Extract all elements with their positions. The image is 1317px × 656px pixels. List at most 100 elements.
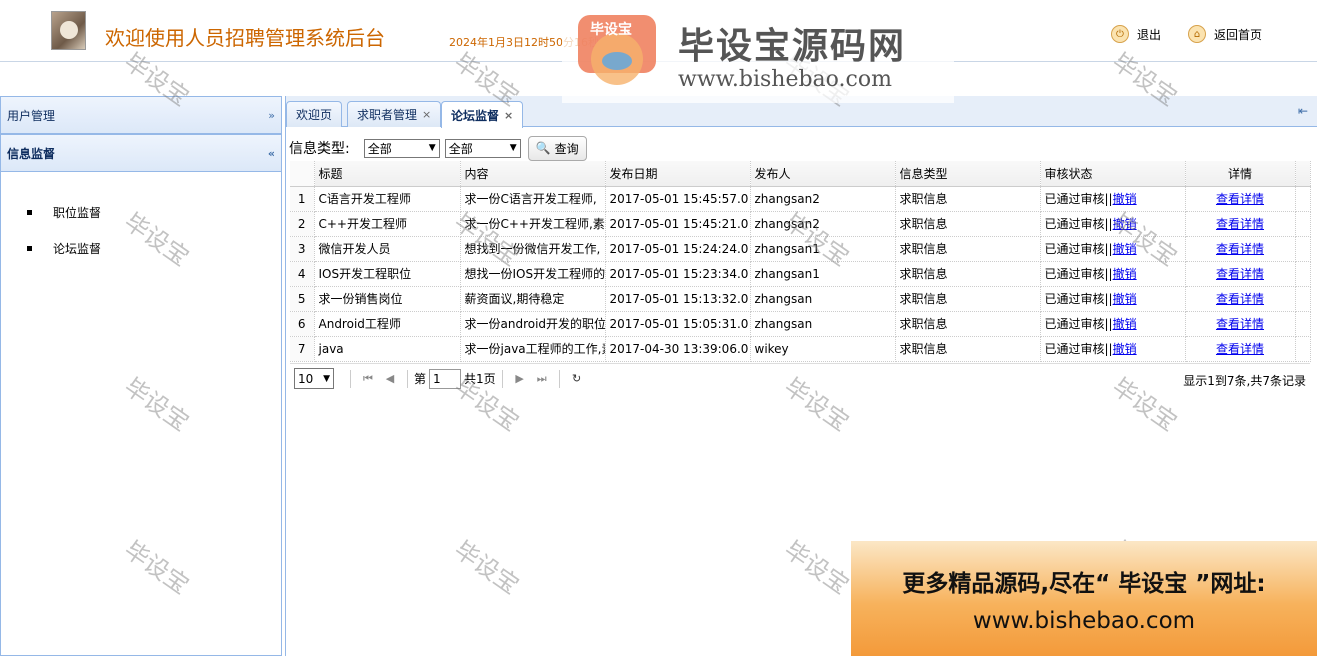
page-number-input[interactable]: 1 bbox=[429, 368, 462, 389]
table-row[interactable]: 1 C语言开发工程师 求一份C语言开发工程师, 2017-05-01 15:45:57… bbox=[290, 186, 1311, 212]
forum-grid: 标题 内容 发布日期 发布人 信息类型 审核状态 详情 1 C语言开发工程师 求一份… bbox=[290, 161, 1311, 362]
power-icon: ⏻ bbox=[1111, 25, 1129, 43]
column-header-status[interactable]: 审核状态 bbox=[1040, 161, 1186, 187]
revoke-link[interactable]: 撤销 bbox=[1113, 267, 1137, 281]
view-detail-link[interactable]: 查看详情 bbox=[1216, 242, 1264, 256]
tab-jobseeker-management[interactable]: 求职者管理 × bbox=[347, 101, 442, 127]
cell-publisher: wikey bbox=[750, 336, 896, 362]
sidebar-section-user-management[interactable]: 用户管理 » bbox=[1, 96, 281, 134]
revoke-link[interactable]: 撤销 bbox=[1113, 242, 1137, 256]
cell-publisher: zhangsan2 bbox=[750, 186, 896, 212]
app-title: 欢迎使用人员招聘管理系统后台 bbox=[105, 26, 385, 50]
cell-publisher: zhangsan bbox=[750, 311, 896, 337]
column-header-title[interactable]: 标题 bbox=[314, 161, 461, 187]
info-type-select[interactable]: 全部 ▼ bbox=[363, 138, 440, 158]
cell-title: C++开发工程师 bbox=[314, 211, 461, 237]
column-header-content[interactable]: 内容 bbox=[460, 161, 606, 187]
cell-date: 2017-05-01 15:45:57.0 bbox=[605, 186, 751, 212]
cell-detail: 查看详情 bbox=[1185, 286, 1296, 312]
expand-chevron-icon: » bbox=[268, 108, 275, 122]
tab-bar: 欢迎页 求职者管理 × 论坛监督 × ⇤ bbox=[286, 96, 1317, 128]
logout-label: 退出 bbox=[1137, 27, 1162, 42]
column-header-detail[interactable]: 详情 bbox=[1185, 161, 1296, 187]
scroll-spacer bbox=[1295, 161, 1311, 187]
close-icon[interactable]: × bbox=[504, 109, 513, 122]
search-icon: 🔍 bbox=[535, 141, 551, 155]
cell-type: 求职信息 bbox=[895, 311, 1041, 337]
cell-title: IOS开发工程职位 bbox=[314, 261, 461, 287]
last-page-icon[interactable]: ⏭ bbox=[531, 368, 553, 390]
table-row[interactable]: 3 微信开发人员 想找到一份微信开发工作, 2017-05-01 15:24:24.0… bbox=[290, 236, 1311, 262]
grid-header-row: 标题 内容 发布日期 发布人 信息类型 审核状态 详情 bbox=[290, 161, 1311, 187]
top-header: 欢迎使用人员招聘管理系统后台 2024年1月3日12时50分16秒 ⏻ 退出 ⌂… bbox=[0, 0, 1317, 62]
cell-detail: 查看详情 bbox=[1185, 211, 1296, 237]
sidebar-item-job-supervision[interactable]: 职位监督 bbox=[27, 194, 281, 230]
home-icon: ⌂ bbox=[1188, 25, 1206, 43]
view-detail-link[interactable]: 查看详情 bbox=[1216, 267, 1264, 281]
cell-title: java bbox=[314, 336, 461, 362]
cell-status: 已通过审核||撤销 bbox=[1040, 336, 1186, 362]
revoke-link[interactable]: 撤销 bbox=[1113, 192, 1137, 206]
chevron-down-icon: ▼ bbox=[509, 143, 517, 153]
sidebar-section-info-supervision[interactable]: 信息监督 « bbox=[1, 134, 281, 172]
cell-content: 求一份android开发的职位 bbox=[460, 311, 606, 337]
status-text: 已通过审核|| bbox=[1044, 292, 1113, 306]
cell-date: 2017-05-01 15:24:24.0 bbox=[605, 236, 751, 262]
cell-status: 已通过审核||撤销 bbox=[1040, 261, 1186, 287]
row-number: 1 bbox=[290, 186, 315, 212]
table-row[interactable]: 2 C++开发工程师 求一份C++开发工程师,素 2017-05-01 15:45:2… bbox=[290, 211, 1311, 237]
page-size-select[interactable]: 10 ▼ bbox=[294, 368, 334, 389]
table-row[interactable]: 7 java 求一份java工程师的工作,素 2017-04-30 13:39:06.… bbox=[290, 336, 1311, 362]
main-panel: 欢迎页 求职者管理 × 论坛监督 × ⇤ 信息类型: 全部 ▼ 全部 ▼ 🔍 查… bbox=[285, 96, 1317, 656]
tab-forum-supervision[interactable]: 论坛监督 × bbox=[441, 101, 524, 128]
row-number: 4 bbox=[290, 261, 315, 287]
bullet-icon bbox=[27, 245, 32, 251]
revoke-link[interactable]: 撤销 bbox=[1113, 317, 1137, 331]
revoke-link[interactable]: 撤销 bbox=[1113, 292, 1137, 306]
divider bbox=[558, 369, 560, 388]
view-detail-link[interactable]: 查看详情 bbox=[1216, 317, 1264, 331]
cell-title: 微信开发人员 bbox=[314, 236, 461, 262]
prev-page-icon[interactable]: ◀ bbox=[379, 368, 401, 390]
cell-date: 2017-05-01 15:13:32.0 bbox=[605, 286, 751, 312]
page-prefix: 第 bbox=[414, 372, 427, 386]
divider bbox=[501, 369, 503, 388]
next-page-icon[interactable]: ▶ bbox=[509, 368, 531, 390]
cell-content: 求一份C++开发工程师,素 bbox=[460, 211, 606, 237]
query-button[interactable]: 🔍 查询 bbox=[527, 135, 587, 161]
table-row[interactable]: 5 求一份销售岗位 薪资面议,期待稳定 2017-05-01 15:13:32.0 zh… bbox=[290, 286, 1311, 312]
cell-content: 薪资面议,期待稳定 bbox=[460, 286, 606, 312]
cell-publisher: zhangsan1 bbox=[750, 261, 896, 287]
column-header-publisher[interactable]: 发布人 bbox=[750, 161, 896, 187]
info-subtype-select[interactable]: 全部 ▼ bbox=[444, 138, 521, 158]
table-row[interactable]: 6 Android工程师 求一份android开发的职位 2017-05-01 15:… bbox=[290, 311, 1311, 337]
revoke-link[interactable]: 撤销 bbox=[1113, 217, 1137, 231]
view-detail-link[interactable]: 查看详情 bbox=[1216, 217, 1264, 231]
table-row[interactable]: 4 IOS开发工程职位 想找一份IOS开发工程师的 2017-05-01 15:23:… bbox=[290, 261, 1311, 287]
close-icon[interactable]: × bbox=[422, 108, 431, 121]
tab-welcome[interactable]: 欢迎页 bbox=[286, 101, 343, 127]
view-detail-link[interactable]: 查看详情 bbox=[1216, 292, 1264, 306]
collapse-panel-icon[interactable]: ⇤ bbox=[1298, 104, 1312, 118]
tab-label: 欢迎页 bbox=[296, 108, 333, 122]
view-detail-link[interactable]: 查看详情 bbox=[1216, 342, 1264, 356]
cell-type: 求职信息 bbox=[895, 236, 1041, 262]
section-label: 用户管理 bbox=[7, 108, 56, 123]
revoke-link[interactable]: 撤销 bbox=[1113, 342, 1137, 356]
collapse-chevron-icon: « bbox=[267, 146, 275, 160]
first-page-icon[interactable]: ⏮ bbox=[357, 368, 379, 390]
scroll-spacer bbox=[1295, 261, 1311, 287]
column-header-type[interactable]: 信息类型 bbox=[895, 161, 1041, 187]
cell-publisher: zhangsan bbox=[750, 286, 896, 312]
sidebar-item-forum-supervision[interactable]: 论坛监督 bbox=[27, 230, 281, 266]
scroll-spacer bbox=[1295, 286, 1311, 312]
refresh-icon[interactable]: ↻ bbox=[566, 368, 588, 390]
home-button[interactable]: ⌂ 返回首页 bbox=[1188, 24, 1262, 44]
scroll-spacer bbox=[1295, 211, 1311, 237]
cell-content: 求一份java工程师的工作,素 bbox=[460, 336, 606, 362]
tab-label: 求职者管理 bbox=[357, 108, 418, 122]
cell-type: 求职信息 bbox=[895, 336, 1041, 362]
logout-button[interactable]: ⏻ 退出 bbox=[1111, 24, 1161, 44]
view-detail-link[interactable]: 查看详情 bbox=[1216, 192, 1264, 206]
column-header-date[interactable]: 发布日期 bbox=[605, 161, 751, 187]
